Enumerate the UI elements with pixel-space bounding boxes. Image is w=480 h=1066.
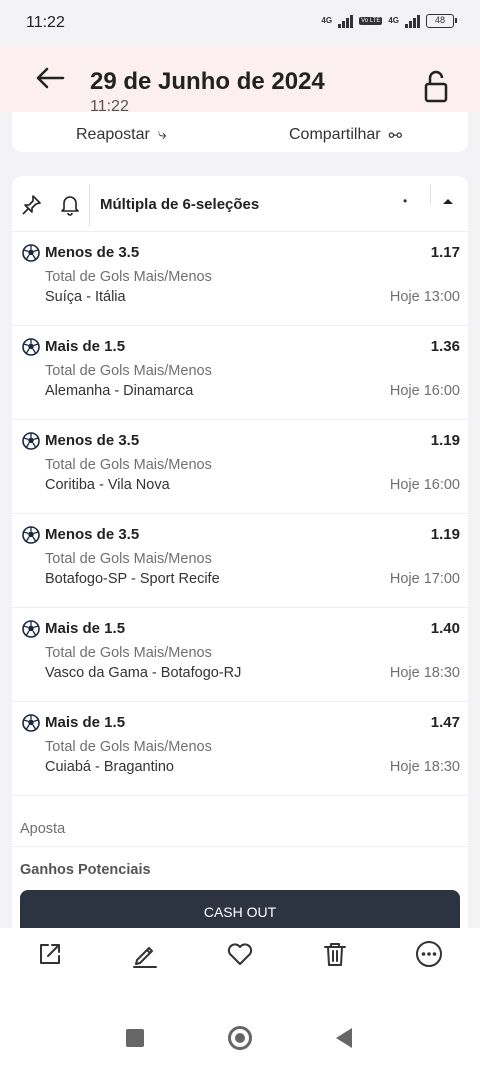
selection-row[interactable]: Menos de 3.5 1.17 Total de Gols Mais/Men… — [12, 232, 468, 326]
bell-icon[interactable] — [60, 194, 80, 216]
selection-row[interactable]: Menos de 3.5 1.19 Total de Gols Mais/Men… — [12, 420, 468, 514]
soccer-ball-icon — [22, 714, 40, 732]
share-icon: ⚯ — [388, 128, 402, 145]
selection-match: Cuiabá - Bragantino — [45, 759, 174, 775]
divider — [430, 184, 431, 204]
heart-icon[interactable] — [226, 940, 254, 968]
selection-match: Vasco da Gama - Botafogo-RJ — [45, 665, 242, 681]
selection-time: Hoje 18:30 — [389, 665, 460, 681]
network-type-2: 4G — [388, 16, 399, 25]
selection-pick: Mais de 1.5 — [45, 714, 126, 731]
bet-type-label: Múltipla de 6-seleções — [100, 196, 260, 213]
bet-card: Múltipla de 6-seleções • Menos de 3.5 1.… — [12, 176, 468, 936]
recent-apps-icon[interactable] — [126, 1029, 144, 1047]
selection-time: Hoje 16:00 — [389, 477, 460, 493]
arrow-left-icon[interactable] — [30, 60, 70, 96]
selection-pick: Menos de 3.5 — [45, 244, 140, 261]
external-link-icon[interactable] — [36, 940, 64, 968]
network-type-1: 4G — [321, 16, 333, 25]
soccer-ball-icon — [22, 244, 40, 262]
signal-icon — [405, 14, 420, 28]
selection-match: Coritiba - Vila Nova — [45, 477, 170, 493]
selection-pick: Mais de 1.5 — [45, 338, 126, 355]
selection-odd: 1.47 — [430, 714, 460, 731]
status-time: 11:22 — [26, 14, 65, 31]
soccer-ball-icon — [22, 338, 40, 356]
back-icon[interactable] — [336, 1028, 352, 1048]
selection-row[interactable]: Menos de 3.5 1.19 Total de Gols Mais/Men… — [12, 514, 468, 608]
selection-odd: 1.40 — [430, 620, 460, 637]
selection-time: Hoje 17:00 — [389, 571, 460, 587]
share-label: Compartilhar — [289, 126, 381, 143]
selection-time: Hoje 13:00 — [389, 289, 460, 305]
pin-icon[interactable] — [22, 194, 42, 216]
signal-icon — [338, 14, 354, 28]
selection-odd: 1.17 — [430, 244, 460, 261]
selection-pick: Menos de 3.5 — [45, 526, 140, 543]
selection-time: Hoje 18:30 — [389, 759, 460, 775]
stake-label: Aposta — [20, 821, 66, 837]
soccer-ball-icon — [22, 620, 40, 638]
more-dots-icon[interactable] — [415, 940, 443, 968]
selection-odd: 1.19 — [430, 526, 460, 543]
selection-odd: 1.36 — [430, 338, 460, 355]
unlock-icon[interactable] — [422, 70, 450, 104]
selection-pick: Menos de 3.5 — [45, 432, 140, 449]
repost-button[interactable]: Reapostar ⤷ — [76, 126, 167, 144]
selection-market: Total de Gols Mais/Menos — [45, 363, 212, 379]
selection-market: Total de Gols Mais/Menos — [45, 457, 212, 473]
repost-label: Reapostar — [76, 126, 150, 143]
bet-actions-card: Reapostar ⤷ Compartilhar ⚯ — [12, 112, 468, 152]
selection-row[interactable]: Mais de 1.5 1.40 Total de Gols Mais/Meno… — [12, 608, 468, 702]
selection-market: Total de Gols Mais/Menos — [45, 269, 212, 285]
selection-match: Botafogo-SP - Sport Recife — [45, 571, 220, 587]
selection-market: Total de Gols Mais/Menos — [45, 645, 212, 661]
system-nav-bar — [0, 984, 480, 1066]
battery-icon: 48 — [426, 14, 457, 28]
bet-header: Múltipla de 6-seleções • — [12, 176, 468, 232]
selection-time: Hoje 16:00 — [389, 383, 460, 399]
page-title: 29 de Junho de 2024 — [90, 68, 325, 95]
bottom-action-bar — [0, 928, 480, 984]
share-button[interactable]: Compartilhar ⚯ — [289, 126, 402, 146]
selection-match: Suíça - Itália — [45, 289, 126, 305]
volte-badge: Vo LTE — [359, 17, 383, 25]
chevron-up-icon[interactable] — [438, 194, 458, 210]
selection-match: Alemanha - Dinamarca — [45, 383, 194, 399]
selection-odd: 1.19 — [430, 432, 460, 449]
pencil-icon[interactable] — [131, 940, 159, 968]
selection-market: Total de Gols Mais/Menos — [45, 551, 212, 567]
selection-row[interactable]: Mais de 1.5 1.47 Total de Gols Mais/Meno… — [12, 702, 468, 796]
selection-row[interactable]: Mais de 1.5 1.36 Total de Gols Mais/Meno… — [12, 326, 468, 420]
repost-icon: ⤷ — [157, 126, 167, 143]
trash-icon[interactable] — [321, 940, 349, 968]
status-bar: 11:22 4G Vo LTE 4G 48 — [0, 0, 480, 46]
soccer-ball-icon — [22, 432, 40, 450]
home-icon[interactable] — [228, 1026, 252, 1050]
potential-winnings-label: Ganhos Potenciais — [20, 862, 151, 878]
selection-market: Total de Gols Mais/Menos — [45, 739, 212, 755]
divider — [89, 184, 90, 226]
header: 29 de Junho de 2024 11:22 — [0, 46, 480, 115]
status-icons: 4G Vo LTE 4G 48 — [321, 14, 457, 28]
soccer-ball-icon — [22, 526, 40, 544]
divider — [12, 846, 468, 847]
selection-pick: Mais de 1.5 — [45, 620, 126, 637]
dot-icon: • — [403, 194, 408, 208]
